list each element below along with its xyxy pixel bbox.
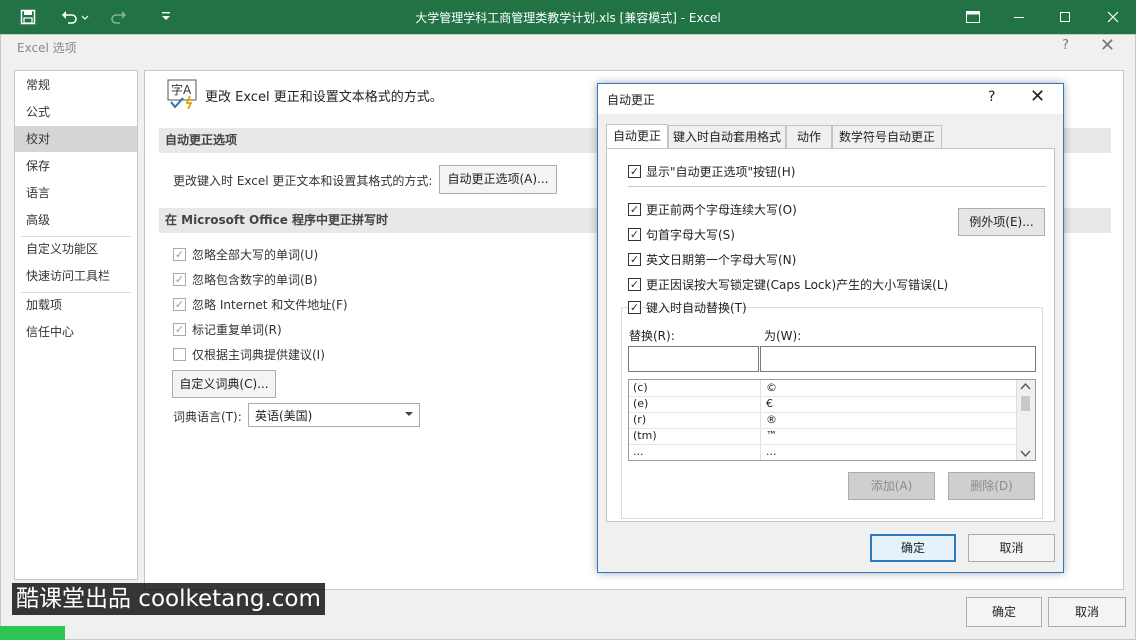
excel-title-bar: 大学管理学科工商管理类教学计划.xls [兼容模式] - Excel — [0, 0, 1136, 34]
autocorrect-ok-button[interactable]: 确定 — [870, 534, 956, 562]
minimize-icon[interactable] — [996, 0, 1042, 34]
checkbox[interactable]: ✓ — [628, 165, 641, 178]
chevron-down-icon — [404, 408, 414, 422]
ribbon-display-icon[interactable] — [950, 0, 996, 34]
options-close-icon[interactable]: ✕ — [1100, 35, 1115, 56]
options-help-icon[interactable]: ? — [1062, 38, 1069, 53]
autocorrect-cancel-button[interactable]: 取消 — [968, 534, 1055, 562]
replace-label: 替换(R): — [629, 329, 675, 343]
options-cancel-button[interactable]: 取消 — [1048, 597, 1126, 627]
svg-text:字A: 字A — [171, 82, 192, 97]
autocorrect-dialog: 自动更正 ? ✕ 自动更正 键入时自动套用格式 动作 数学符号自动更正 ✓ 显示… — [597, 83, 1064, 573]
add-button[interactable]: 添加(A) — [848, 472, 935, 500]
options-ok-button[interactable]: 确定 — [966, 597, 1042, 627]
tab-actions[interactable]: 动作 — [786, 125, 832, 148]
custom-dictionaries-button[interactable]: 自定义词典(C)... — [172, 370, 276, 398]
proofing-icon: 字A — [167, 79, 199, 110]
list-item[interactable]: ... ... — [629, 444, 1016, 460]
checkbox[interactable]: ✓ — [628, 253, 641, 266]
checkbox[interactable]: ✓ — [173, 323, 186, 336]
autocorrect-dialog-title: 自动更正 — [607, 93, 656, 107]
window-close-icon[interactable] — [1090, 0, 1136, 34]
nav-item-formulas[interactable]: 公式 — [15, 99, 137, 125]
list-scrollbar[interactable] — [1016, 380, 1035, 460]
checkbox[interactable]: ✓ — [173, 273, 186, 286]
checkbox[interactable]: ✓ — [173, 298, 186, 311]
checkbox[interactable]: ✓ — [628, 203, 641, 216]
list-item[interactable]: (e) € — [629, 396, 1016, 413]
list-item[interactable]: (r) ® — [629, 412, 1016, 429]
checkbox[interactable]: ✓ — [173, 248, 186, 261]
nav-item-advanced[interactable]: 高级 — [15, 207, 137, 233]
nav-item-customize-ribbon[interactable]: 自定义功能区 — [15, 236, 137, 262]
replace-input[interactable] — [628, 346, 759, 372]
options-nav: 常规 公式 校对 保存 语言 高级 自定义功能区 快速访问工具栏 加载项 信任中… — [14, 70, 138, 580]
tab-autoformat-as-you-type[interactable]: 键入时自动套用格式 — [668, 125, 786, 148]
checkbox[interactable]: ✓ — [628, 278, 641, 291]
checkbox[interactable] — [173, 348, 186, 361]
divider — [628, 186, 1046, 187]
list-item[interactable]: (c) © — [629, 380, 1016, 397]
tab-math-autocorrect[interactable]: 数学符号自动更正 — [832, 125, 942, 148]
nav-item-trust-center[interactable]: 信任中心 — [15, 319, 137, 345]
options-dialog-title: Excel 选项 — [17, 41, 77, 55]
with-label: 为(W): — [764, 329, 802, 343]
autocorrect-help-icon[interactable]: ? — [988, 89, 995, 105]
maximize-icon[interactable] — [1042, 0, 1088, 34]
dictionary-language-select[interactable]: 英语(美国) — [248, 403, 420, 427]
checkbox[interactable]: ✓ — [628, 301, 641, 314]
checkbox[interactable]: ✓ — [628, 228, 641, 241]
autocorrect-tab-panel: ✓ 显示"自动更正选项"按钮(H) ✓ 更正前两个字母连续大写(O) ✓ 句首字… — [606, 148, 1055, 522]
tab-autocorrect[interactable]: 自动更正 — [606, 124, 668, 149]
watermark: 酷课堂出品 coolketang.com — [12, 583, 325, 615]
autocorrect-options-button[interactable]: 自动更正选项(A)... — [439, 165, 557, 194]
nav-item-general[interactable]: 常规 — [15, 72, 137, 98]
list-item[interactable]: (tm) ™ — [629, 428, 1016, 445]
header-text: 更改 Excel 更正和设置文本格式的方式。 — [205, 90, 443, 105]
nav-item-language[interactable]: 语言 — [15, 180, 137, 206]
nav-item-save[interactable]: 保存 — [15, 153, 137, 179]
status-indicator — [0, 626, 65, 640]
autocorrect-close-icon[interactable]: ✕ — [1030, 86, 1045, 107]
autocorrect-desc: 更改键入时 Excel 更正文本和设置其格式的方式: — [173, 174, 433, 188]
delete-button[interactable]: 删除(D) — [948, 472, 1035, 500]
with-input[interactable] — [760, 346, 1036, 372]
dictionary-language-label: 词典语言(T): — [173, 410, 242, 424]
replace-as-you-type-option[interactable]: ✓ 键入时自动替换(T) — [628, 299, 747, 317]
nav-item-add-ins[interactable]: 加载项 — [15, 292, 137, 318]
replacement-list[interactable]: (c) © (e) € (r) ® (tm) ™ ... ... — [628, 379, 1036, 461]
nav-item-proofing[interactable]: 校对 — [15, 126, 137, 152]
exceptions-button[interactable]: 例外项(E)... — [958, 208, 1045, 236]
autocorrect-title-bar: 自动更正 ? ✕ — [598, 84, 1063, 114]
nav-item-quick-access-toolbar[interactable]: 快速访问工具栏 — [15, 263, 137, 289]
